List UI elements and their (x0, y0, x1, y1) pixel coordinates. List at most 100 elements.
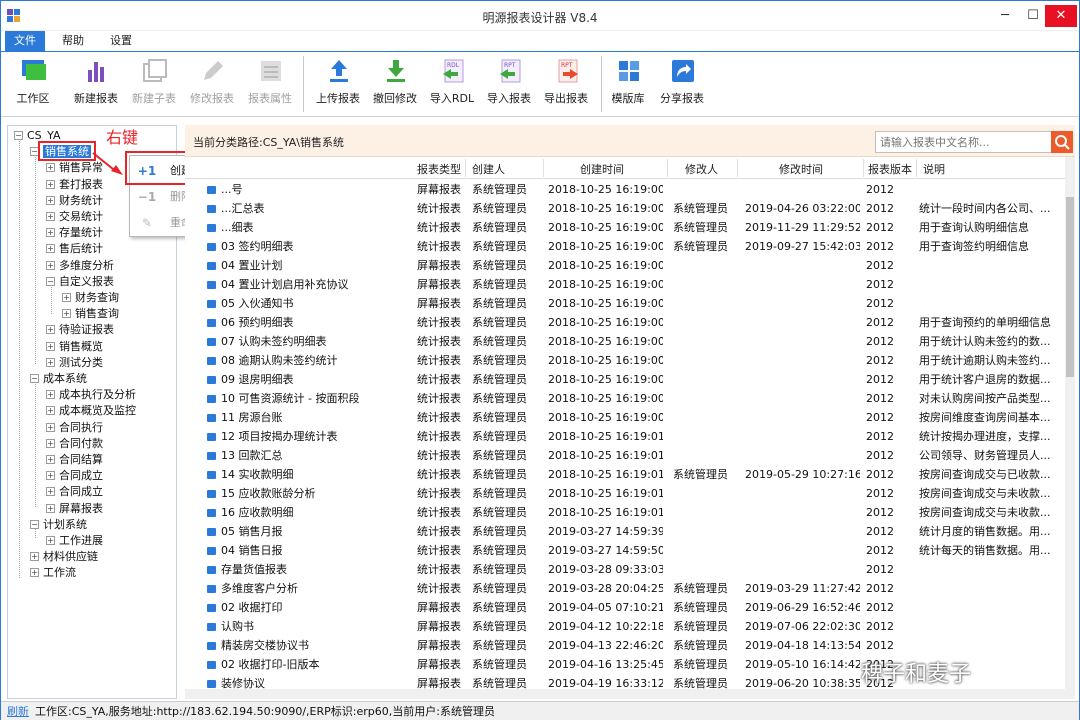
new-report-button[interactable]: 新建报表 (67, 56, 125, 114)
workspace-button[interactable]: 工作区 (4, 56, 62, 114)
tree-node[interactable]: + 合同成立 (46, 468, 103, 484)
vertical-scrollbar[interactable] (1065, 157, 1075, 699)
tree-node[interactable]: + 财务查询 (62, 290, 119, 306)
search-button[interactable] (1051, 131, 1073, 153)
tree-node[interactable]: + 合同执行 (46, 420, 103, 436)
tree-node[interactable]: + 待验证报表 (46, 322, 114, 338)
tree-node[interactable]: + 售后统计 (46, 241, 103, 257)
tree-expander-icon[interactable]: + (46, 179, 55, 189)
refresh-link[interactable]: 刷新 (7, 702, 29, 721)
tree-node[interactable]: + 工作进展 (46, 533, 103, 549)
menu-settings[interactable]: 设置 (101, 31, 141, 51)
tree-expander-icon[interactable]: + (46, 503, 55, 513)
table-row[interactable]: ...细表 统计报表 系统管理员 2018-10-25 16:19:00 系统管理员 20… (185, 218, 1065, 237)
tree-expander-icon[interactable]: + (46, 163, 55, 173)
col-desc[interactable]: 说明 (923, 161, 945, 177)
col-modifier[interactable]: 修改人 (685, 161, 718, 177)
menu-file[interactable]: 文件 (5, 31, 45, 51)
tree-expander-icon[interactable]: + (46, 487, 55, 497)
table-row[interactable]: 存量货值报表 统计报表 系统管理员 2019-03-28 09:33:03 2012 (185, 560, 1065, 579)
horizontal-scrollbar[interactable] (185, 689, 1065, 699)
tree-expander-icon[interactable]: − (14, 131, 23, 140)
col-type[interactable]: 报表类型 (417, 161, 461, 177)
tree-expander-icon[interactable]: + (30, 552, 39, 562)
tree-node[interactable]: + 合同结算 (46, 452, 103, 468)
tree-node[interactable]: + 工作流 (30, 565, 76, 581)
table-row[interactable]: 06 预约明细表 统计报表 系统管理员 2018-10-25 16:19:00 2012… (185, 313, 1065, 332)
tree-node[interactable]: + 财务统计 (46, 193, 103, 209)
tree-node[interactable]: − 成本系统 (30, 371, 87, 387)
close-button[interactable]: ✕ (1045, 5, 1077, 27)
tree-expander-icon[interactable]: − (30, 519, 39, 529)
tree-expander-icon[interactable]: + (30, 568, 39, 578)
table-row[interactable]: ...汇总表 统计报表 系统管理员 2018-10-25 16:19:00 系统管理员 2… (185, 199, 1065, 218)
report-search-input[interactable] (875, 131, 1053, 153)
tree-expander-icon[interactable]: + (46, 406, 55, 416)
table-row[interactable]: 08 逾期认购未签约统计 统计报表 系统管理员 2018-10-25 16:19:00… (185, 351, 1065, 370)
tree-node[interactable]: + 成本执行及分析 (46, 387, 136, 403)
tree-expander-icon[interactable]: + (46, 471, 55, 481)
tree-expander-icon[interactable]: + (46, 357, 55, 367)
tree-expander-icon[interactable]: + (46, 438, 55, 448)
col-modified[interactable]: 修改时间 (779, 161, 823, 177)
tree-expander-icon[interactable]: + (46, 341, 55, 351)
table-row[interactable]: 精装房交楼协议书 屏幕报表 系统管理员 2019-04-13 22:46:20 系统管理… (185, 636, 1065, 655)
edit-report-button[interactable]: 修改报表 (183, 56, 241, 114)
tree-expander-icon[interactable]: + (46, 455, 55, 464)
tree-expander-icon[interactable]: + (46, 228, 55, 238)
table-row[interactable]: 14 实收款明细 统计报表 系统管理员 2018-10-25 16:19:01 系统管理… (185, 465, 1065, 484)
tree-expander-icon[interactable]: + (46, 244, 55, 254)
tree-expander-icon[interactable]: + (46, 260, 55, 270)
table-row[interactable]: 16 应收款明细 统计报表 系统管理员 2018-10-25 16:19:01 2012… (185, 503, 1065, 522)
table-row[interactable]: 02 收据打印 屏幕报表 系统管理员 2019-04-05 07:10:21 系统管理员… (185, 598, 1065, 617)
table-row[interactable]: 09 退房明细表 统计报表 系统管理员 2018-10-25 16:19:00 2012… (185, 370, 1065, 389)
tree-node[interactable]: + 成本概览及监控 (46, 403, 136, 419)
menu-help[interactable]: 帮助 (53, 31, 93, 51)
revert-changes-button[interactable]: 撤回修改 (366, 56, 424, 114)
tree-node[interactable]: − 计划系统 (30, 517, 87, 533)
report-properties-button[interactable]: 报表属性 (241, 56, 299, 114)
tree-expander-icon[interactable]: + (62, 309, 71, 319)
tree-node[interactable]: + 合同成立 (46, 484, 103, 500)
tree-node[interactable]: + 多维度分析 (46, 258, 114, 274)
tree-expander-icon[interactable]: + (46, 390, 55, 400)
tree-node[interactable]: + 交易统计 (46, 209, 103, 225)
table-row[interactable]: 10 可售资源统计 - 按面积段 统计报表 系统管理员 2018-10-25 16:1… (185, 389, 1065, 408)
tree-expander-icon[interactable]: + (46, 536, 55, 545)
tree-node[interactable]: + 屏幕报表 (46, 501, 103, 517)
tree-node[interactable]: − 自定义报表 (46, 274, 114, 290)
tree-expander-icon[interactable]: − (30, 374, 39, 383)
maximize-button[interactable]: ☐ (1019, 5, 1047, 27)
table-row[interactable]: 04 置业计划 屏幕报表 系统管理员 2018-10-25 16:19:00 2012 (185, 256, 1065, 275)
table-row[interactable]: 12 项目按揭办理统计表 统计报表 系统管理员 2018-10-25 16:19:01… (185, 427, 1065, 446)
tree-node[interactable]: + 材料供应链 (30, 549, 98, 565)
new-sub-table-button[interactable]: 新建子表 (125, 56, 183, 114)
import-report-button[interactable]: RPT 导入报表 (480, 56, 538, 114)
export-report-button[interactable]: RPT 导出报表 (537, 56, 595, 114)
share-report-button[interactable]: 分享报表 (653, 56, 711, 114)
tree-node[interactable]: + 测试分类 (46, 355, 103, 371)
col-creator[interactable]: 创建人 (472, 161, 505, 177)
import-rdl-button[interactable]: RDL 导入RDL (423, 56, 481, 114)
tree-expander-icon[interactable]: + (46, 325, 55, 335)
col-created[interactable]: 创建时间 (580, 161, 624, 177)
upload-report-button[interactable]: 上传报表 (309, 56, 367, 114)
minimize-button[interactable]: ─ (991, 5, 1019, 27)
tree-expander-icon[interactable]: + (62, 293, 71, 302)
scroll-thumb[interactable] (1066, 197, 1074, 377)
table-row[interactable]: 07 认购未签约明细表 统计报表 系统管理员 2018-10-25 16:19:00 2… (185, 332, 1065, 351)
table-row[interactable]: 11 房源台账 统计报表 系统管理员 2018-10-25 16:19:00 2012 按… (185, 408, 1065, 427)
table-row[interactable]: 03 签约明细表 统计报表 系统管理员 2018-10-25 16:19:00 系统管理… (185, 237, 1065, 256)
template-library-button[interactable]: 模版库 (599, 56, 657, 114)
table-row[interactable]: 多维度客户分析 统计报表 系统管理员 2019-03-28 20:04:25 系统管理员… (185, 579, 1065, 598)
table-row[interactable]: 05 销售月报 统计报表 系统管理员 2019-03-27 14:59:39 2012 统… (185, 522, 1065, 541)
table-row[interactable]: 15 应收款账龄分析 统计报表 系统管理员 2018-10-25 16:19:01 20… (185, 484, 1065, 503)
tree-node[interactable]: + 存量统计 (46, 225, 103, 241)
tree-node[interactable]: + 销售查询 (62, 306, 119, 322)
tree-expander-icon[interactable]: + (46, 195, 55, 205)
col-version[interactable]: 报表版本 (868, 161, 912, 177)
table-row[interactable]: 认购书 屏幕报表 系统管理员 2019-04-12 10:22:18 系统管理员 2019… (185, 617, 1065, 636)
tree-expander-icon[interactable]: + (46, 422, 55, 432)
table-row[interactable]: ...号 屏幕报表 系统管理员 2018-10-25 16:19:00 2012 (185, 180, 1065, 199)
tree-node[interactable]: + 销售概览 (46, 339, 103, 355)
